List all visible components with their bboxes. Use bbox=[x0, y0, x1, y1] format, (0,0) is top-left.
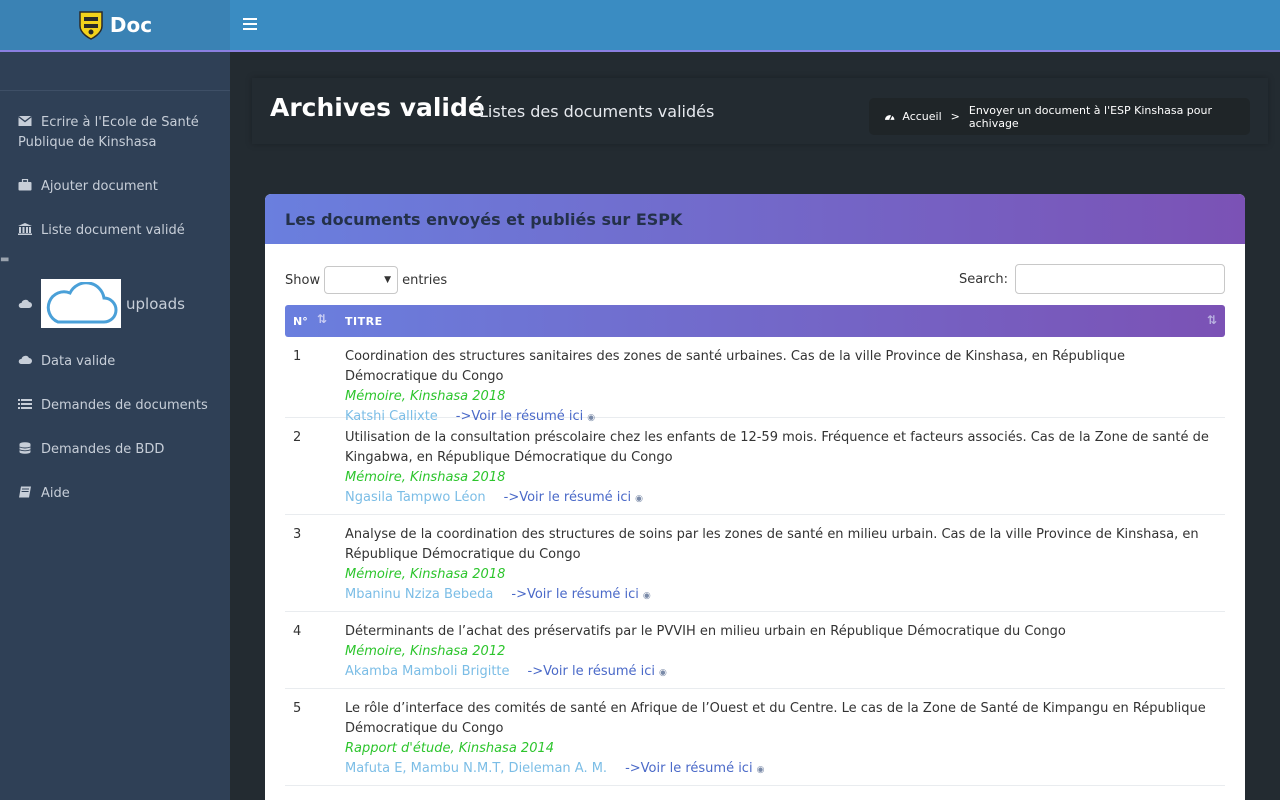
logo-icon bbox=[79, 11, 103, 40]
row-number: 1 bbox=[293, 349, 302, 364]
search-label: Search: bbox=[958, 271, 1008, 287]
view-summary-link[interactable]: ->Voir le résumé ici bbox=[511, 587, 639, 602]
top-navbar: Doc bbox=[0, 0, 1280, 52]
table-row: 2 Utilisation de la consultation préscol… bbox=[285, 418, 1225, 515]
table-header: N° ⇅ TITRE ⇅ bbox=[285, 305, 1225, 337]
breadcrumb-separator: > bbox=[950, 110, 960, 123]
show-label: Show bbox=[285, 272, 321, 288]
row-content: Coordination des structures sanitaires d… bbox=[345, 347, 1220, 428]
sidebar-item-label: Aide bbox=[41, 486, 70, 501]
eye-icon: ◉ bbox=[642, 591, 651, 601]
document-type: Mémoire, Kinshasa 2012 bbox=[345, 644, 506, 659]
sidebar-item-label: Data valide bbox=[41, 354, 116, 369]
list-icon bbox=[18, 399, 32, 409]
document-title: Analyse de la coordination des structure… bbox=[345, 527, 1199, 562]
length-control: Show ▼ entries bbox=[285, 266, 447, 294]
sidebar-item-label: Demandes de documents bbox=[41, 398, 208, 413]
sidebar-item-ecrire[interactable]: Ecrire à l'Ecole de Santé Publique de Ki… bbox=[18, 113, 218, 153]
row-content: Déterminants de l’achat des préservatifs… bbox=[345, 622, 1220, 683]
sidebar-item-demandes-bdd[interactable]: Demandes de BDD bbox=[18, 440, 218, 460]
row-number: 4 bbox=[293, 624, 302, 639]
document-type: Mémoire, Kinshasa 2018 bbox=[345, 470, 506, 485]
breadcrumb-current[interactable]: Envoyer un document à l'ESP Kinshasa pou… bbox=[969, 104, 1250, 130]
brand-title: Doc bbox=[109, 13, 153, 37]
breadcrumb: Accueil > Envoyer un document à l'ESP Ki… bbox=[869, 98, 1250, 135]
eye-icon: ◉ bbox=[659, 668, 667, 678]
table-row: 4 Déterminants de l’achat des préservati… bbox=[285, 612, 1225, 689]
table-row: 3 Analyse de la coordination des structu… bbox=[285, 515, 1225, 612]
cloud-icon bbox=[18, 355, 32, 364]
sidebar-item-label: uploads bbox=[126, 294, 185, 313]
breadcrumb-home[interactable]: Accueil bbox=[902, 110, 941, 123]
document-title: Le rôle d’interface des comités de santé… bbox=[345, 701, 1206, 736]
view-summary-link[interactable]: ->Voir le résumé ici bbox=[528, 664, 656, 679]
document-title: Coordination des structures sanitaires d… bbox=[345, 349, 1125, 384]
view-summary-link[interactable]: ->Voir le résumé ici bbox=[504, 490, 632, 505]
briefcase-icon bbox=[18, 179, 32, 191]
sort-icon[interactable]: ⇅ bbox=[1207, 313, 1217, 327]
page-subtitle: Listes des documents validés bbox=[479, 102, 715, 121]
bank-icon bbox=[18, 223, 32, 235]
sidebar-item-label: Ecrire à l'Ecole de Santé Publique de Ki… bbox=[18, 115, 199, 150]
brand[interactable]: Doc bbox=[0, 0, 230, 50]
column-header-title[interactable]: TITRE bbox=[345, 315, 383, 328]
document-title: Utilisation de la consultation préscolai… bbox=[345, 430, 1209, 465]
sidebar-item-label: Liste document validé bbox=[41, 223, 185, 238]
sort-ascending-icon[interactable]: ⇅ bbox=[317, 312, 327, 326]
entries-select[interactable]: ▼ bbox=[324, 266, 399, 294]
eye-icon: ◉ bbox=[635, 494, 643, 504]
row-number: 2 bbox=[293, 430, 302, 445]
document-title: Déterminants de l’achat des préservatifs… bbox=[345, 624, 1066, 639]
search-input[interactable] bbox=[1015, 264, 1225, 294]
documents-card: Les documents envoyés et publiés sur ESP… bbox=[265, 194, 1245, 800]
row-number: 3 bbox=[293, 527, 302, 542]
database-icon bbox=[19, 442, 31, 454]
card-header: Les documents envoyés et publiés sur ESP… bbox=[265, 194, 1245, 244]
sidebar-item-data-valide[interactable]: Data valide bbox=[18, 352, 218, 372]
sidebar: Ecrire à l'Ecole de Santé Publique de Ki… bbox=[0, 52, 230, 800]
table-controls: Show ▼ entries Search: bbox=[285, 264, 1225, 294]
document-author: Ngasila Tampwo Léon bbox=[345, 490, 486, 505]
row-content: Le rôle d’interface des comités de santé… bbox=[345, 699, 1220, 780]
sidebar-item-demandes-documents[interactable]: Demandes de documents bbox=[18, 396, 218, 416]
eye-icon: ◉ bbox=[756, 765, 765, 775]
document-author: Akamba Mamboli Brigitte bbox=[345, 664, 510, 679]
document-type: Rapport d'étude, Kinshasa 2014 bbox=[345, 741, 555, 756]
book-icon bbox=[19, 486, 31, 498]
table-row: 1 Coordination des structures sanitaires… bbox=[285, 337, 1225, 424]
document-type: Mémoire, Kinshasa 2018 bbox=[345, 389, 506, 404]
sidebar-item-liste[interactable]: Liste document validé bbox=[18, 221, 218, 241]
document-author: Mbaninu Nziza Bebeda bbox=[345, 587, 494, 602]
menu-toggle-icon[interactable] bbox=[243, 17, 257, 31]
sidebar-item-label: Demandes de BDD bbox=[41, 442, 165, 457]
chevron-down-icon: ▼ bbox=[384, 275, 392, 285]
collapsed-indicator-icon: ▬ bbox=[0, 254, 10, 265]
document-author: Mafuta E, Mambu N.M.T, Dieleman A. M. bbox=[345, 761, 608, 776]
view-summary-link[interactable]: ->Voir le résumé ici bbox=[625, 761, 753, 776]
sidebar-item-ajouter[interactable]: Ajouter document bbox=[18, 177, 218, 197]
sidebar-item-aide[interactable]: Aide bbox=[18, 484, 218, 504]
card-title: Les documents envoyés et publiés sur ESP… bbox=[285, 209, 683, 229]
page-title: Archives validé bbox=[270, 93, 485, 122]
sidebar-item-uploads[interactable]: uploads bbox=[18, 279, 185, 328]
row-content: Analyse de la coordination des structure… bbox=[345, 525, 1220, 606]
table-row: 5 Le rôle d’interface des comités de san… bbox=[285, 689, 1225, 786]
row-content: Utilisation de la consultation préscolai… bbox=[345, 428, 1220, 509]
column-header-no[interactable]: N° bbox=[293, 315, 308, 328]
document-type: Mémoire, Kinshasa 2018 bbox=[345, 567, 506, 582]
uploads-thumbnail bbox=[41, 279, 121, 328]
sidebar-divider bbox=[0, 90, 230, 91]
entries-label: entries bbox=[402, 272, 448, 288]
row-number: 5 bbox=[293, 701, 302, 716]
envelope-icon bbox=[18, 115, 32, 126]
search-control: Search: bbox=[959, 264, 1225, 294]
cloud-image-icon bbox=[46, 281, 118, 323]
cloud-icon bbox=[18, 299, 32, 308]
dashboard-icon bbox=[884, 114, 895, 121]
sidebar-item-label: Ajouter document bbox=[41, 179, 158, 194]
